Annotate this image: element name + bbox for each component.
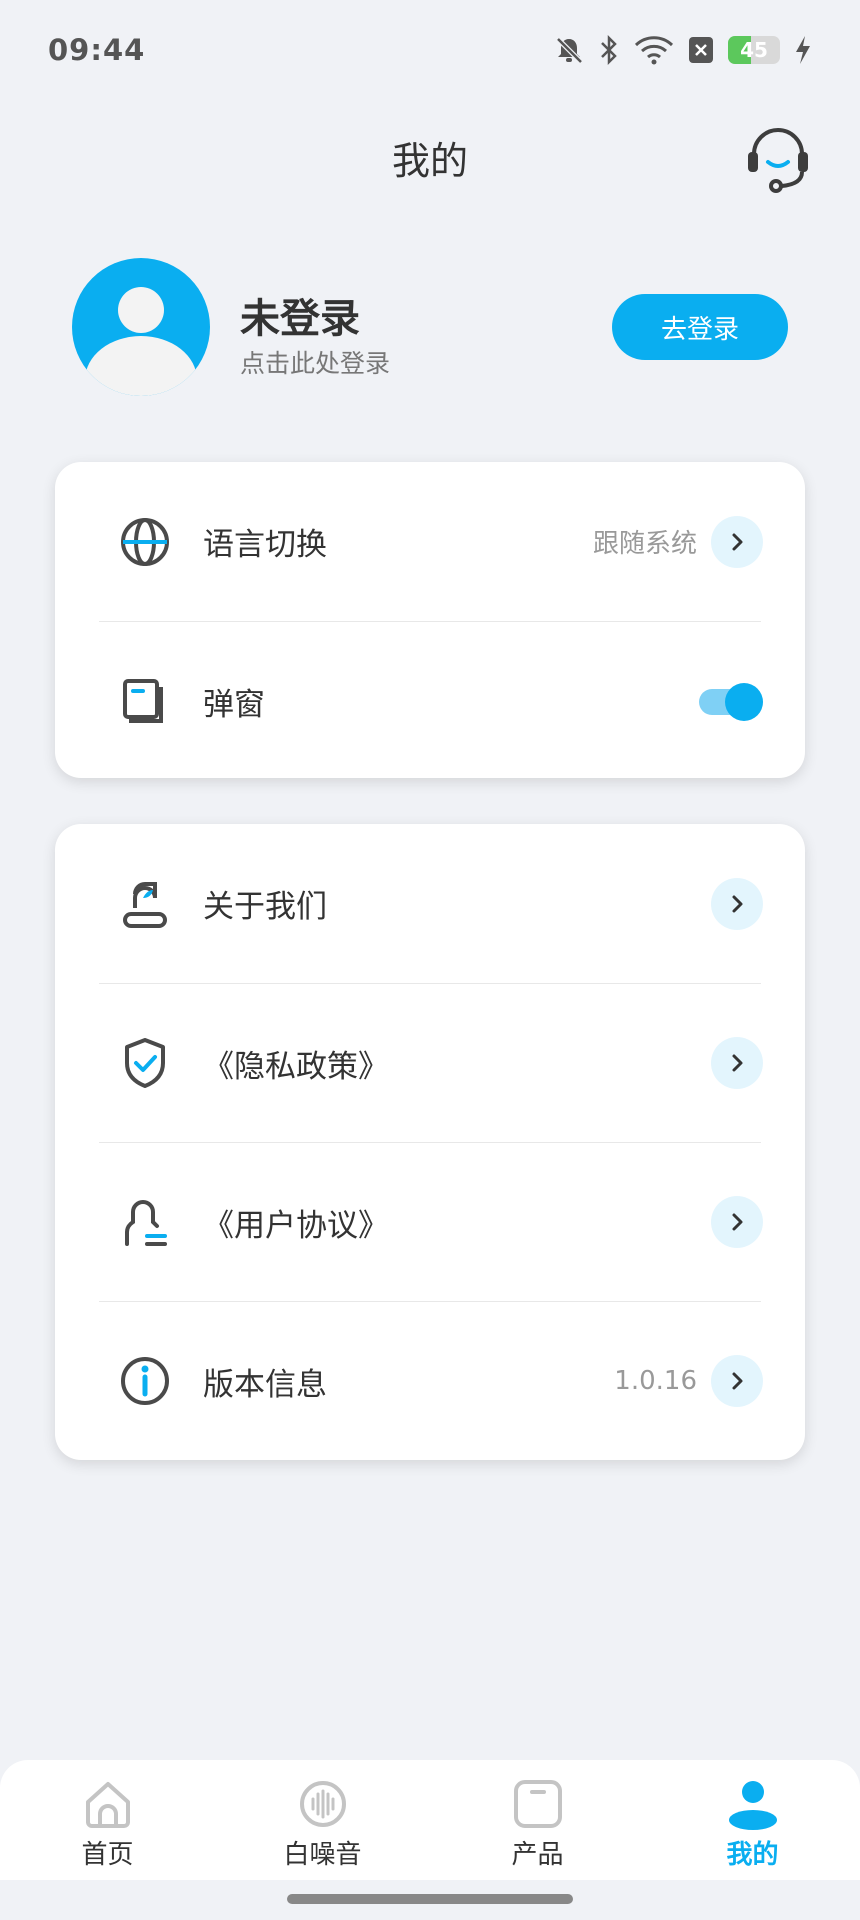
language-label: 语言切换 — [203, 527, 327, 563]
nav-label-product: 产品 — [511, 1840, 564, 1870]
sim-off-icon — [689, 37, 713, 63]
info-icon — [121, 1357, 169, 1405]
status-time: 09:44 — [48, 33, 146, 67]
nav-label-mine: 我的 — [726, 1840, 779, 1870]
bottom-nav: 首页 白噪音 产品 我的 — [0, 1760, 860, 1880]
chevron-right-icon[interactable] — [711, 1355, 763, 1407]
status-bar: 09:44 45 — [0, 0, 860, 100]
chevron-right-icon[interactable] — [711, 1037, 763, 1089]
version-value: 1.0.16 — [614, 1366, 697, 1396]
page-title: 我的 — [391, 139, 468, 183]
white-noise-icon — [299, 1781, 346, 1827]
privacy-row[interactable]: 《隐私政策》 — [99, 983, 763, 1142]
agreement-row[interactable]: 《用户协议》 — [99, 1142, 763, 1301]
profile-login-hint[interactable]: 点击此处登录 — [240, 344, 390, 380]
language-row[interactable]: 语言切换 跟随系统 — [99, 462, 763, 621]
nav-label-white-noise: 白噪音 — [283, 1840, 362, 1870]
settings-card: 语言切换 跟随系统 弹窗 — [55, 462, 805, 778]
product-icon — [513, 1780, 562, 1828]
chevron-right-icon[interactable] — [711, 877, 763, 930]
privacy-label: 《隐私政策》 — [203, 1048, 389, 1085]
nav-item-white-noise[interactable]: 白噪音 — [215, 1760, 430, 1880]
nav-item-product[interactable]: 产品 — [430, 1760, 645, 1880]
battery-indicator: 45 — [728, 36, 780, 64]
about-label: 关于我们 — [203, 889, 327, 925]
nav-item-mine[interactable]: 我的 — [645, 1760, 860, 1880]
version-row[interactable]: 版本信息 1.0.16 — [99, 1301, 763, 1460]
avatar[interactable] — [72, 258, 210, 396]
chevron-right-icon[interactable] — [711, 515, 763, 568]
nav-label-home: 首页 — [81, 1840, 134, 1870]
agreement-label: 《用户协议》 — [203, 1207, 389, 1244]
wifi-icon — [634, 36, 674, 65]
bell-off-icon — [556, 37, 583, 64]
chevron-right-icon[interactable] — [711, 1196, 763, 1248]
version-label: 版本信息 — [203, 1366, 327, 1403]
about-us-icon — [123, 881, 167, 928]
popup-row: 弹窗 — [99, 621, 763, 780]
popup-toggle[interactable] — [699, 683, 763, 721]
login-button[interactable]: 去登录 — [612, 294, 788, 360]
user-agreement-icon — [125, 1200, 167, 1246]
home-icon — [85, 1782, 130, 1828]
charging-icon — [796, 36, 810, 64]
about-row[interactable]: 关于我们 — [99, 824, 763, 983]
bluetooth-icon — [601, 34, 617, 66]
status-icons: 45 — [554, 34, 812, 66]
profile-name: 未登录 — [240, 296, 360, 342]
info-card: 关于我们 《隐私政策》 《用户协议》 版本信息 1.0.16 — [55, 824, 805, 1460]
language-value: 跟随系统 — [592, 529, 697, 559]
customer-service-icon[interactable] — [742, 122, 814, 194]
profile-section[interactable]: 未登录 点击此处登录 去登录 — [72, 258, 788, 396]
toggle-knob — [725, 683, 763, 721]
profile-icon — [728, 1781, 777, 1830]
battery-percent: 45 — [740, 38, 768, 62]
shield-check-icon — [125, 1038, 165, 1088]
globe-icon — [121, 517, 169, 566]
mine-page: 09:44 45 我的 未登录 点击此处登录 去登录 语言切换 跟随系统 弹窗 … — [0, 0, 860, 1920]
popup-window-icon — [123, 679, 163, 723]
popup-label: 弹窗 — [203, 686, 265, 723]
default-avatar-icon — [85, 287, 197, 396]
nav-item-home[interactable]: 首页 — [0, 1760, 215, 1880]
gesture-bar — [287, 1894, 573, 1904]
